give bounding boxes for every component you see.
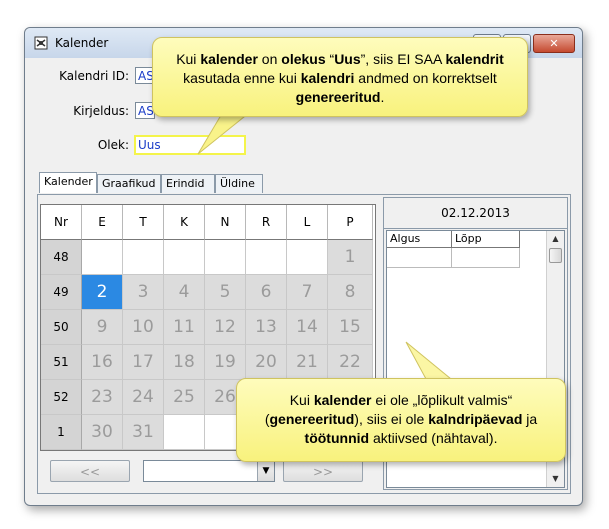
day-cell[interactable]: 23 bbox=[82, 380, 123, 415]
week-number: 49 bbox=[41, 275, 82, 310]
prev-month-button[interactable]: << bbox=[50, 460, 130, 482]
callout-bottom: Kui kalender ei ole „lõplikult valmis“ (… bbox=[236, 378, 566, 462]
tab-exceptions[interactable]: Erindid bbox=[161, 174, 215, 193]
day-cell[interactable] bbox=[123, 240, 164, 275]
week-number: 52 bbox=[41, 380, 82, 415]
day-cell[interactable] bbox=[205, 240, 246, 275]
state-label: Olek: bbox=[97, 138, 129, 152]
day-cell[interactable]: 18 bbox=[164, 345, 205, 380]
week-number: 50 bbox=[41, 310, 82, 345]
day-cell[interactable]: 4 bbox=[164, 275, 205, 310]
day-cell[interactable]: 14 bbox=[287, 310, 328, 345]
day-cell[interactable]: 31 bbox=[123, 415, 164, 450]
day-cell[interactable]: 30 bbox=[82, 415, 123, 450]
day-cell[interactable]: 21 bbox=[287, 345, 328, 380]
day-cell[interactable] bbox=[164, 415, 205, 450]
day-cell[interactable]: 16 bbox=[82, 345, 123, 380]
day-cell[interactable]: 12 bbox=[205, 310, 246, 345]
chevron-down-icon[interactable]: ▼ bbox=[257, 461, 274, 481]
day-cell[interactable]: 1 bbox=[328, 240, 373, 275]
tab-schedules[interactable]: Graafikud bbox=[97, 174, 161, 193]
close-button[interactable]: ✕ bbox=[533, 34, 575, 53]
calendar-app-icon bbox=[34, 36, 48, 50]
close-icon: ✕ bbox=[549, 37, 559, 50]
weekday-header: L bbox=[287, 205, 328, 240]
day-cell[interactable]: 7 bbox=[287, 275, 328, 310]
calendar-id-label: Kalendri ID: bbox=[59, 69, 129, 83]
tab-calendar[interactable]: Kalender bbox=[39, 172, 97, 193]
day-cell[interactable]: 24 bbox=[123, 380, 164, 415]
day-cell[interactable]: 9 bbox=[82, 310, 123, 345]
day-cell[interactable]: 6 bbox=[246, 275, 287, 310]
day-cell[interactable]: 11 bbox=[164, 310, 205, 345]
day-cell[interactable]: 22 bbox=[328, 345, 373, 380]
day-cell[interactable] bbox=[164, 240, 205, 275]
scroll-thumb[interactable] bbox=[549, 248, 562, 263]
day-cell[interactable]: 8 bbox=[328, 275, 373, 310]
week-number: 1 bbox=[41, 415, 82, 450]
weekday-header: E bbox=[82, 205, 123, 240]
weekday-header: R bbox=[246, 205, 287, 240]
week-number: 48 bbox=[41, 240, 82, 275]
day-cell[interactable] bbox=[82, 240, 123, 275]
next-month-button[interactable]: >> bbox=[283, 460, 363, 482]
list-cell bbox=[452, 248, 520, 268]
list-cell bbox=[387, 248, 452, 268]
selected-date: 02.12.2013 bbox=[384, 198, 567, 229]
day-cell[interactable]: 19 bbox=[205, 345, 246, 380]
month-select[interactable]: ▼ bbox=[143, 460, 275, 482]
day-cell[interactable]: 3 bbox=[123, 275, 164, 310]
column-start[interactable]: Algus bbox=[387, 231, 452, 248]
day-cell[interactable]: 20 bbox=[246, 345, 287, 380]
weekday-header: N bbox=[205, 205, 246, 240]
tab-general[interactable]: Üldine bbox=[215, 174, 263, 193]
day-cell[interactable]: 13 bbox=[246, 310, 287, 345]
window-title: Kalender bbox=[55, 36, 109, 50]
day-cell[interactable]: 5 bbox=[205, 275, 246, 310]
week-number: 51 bbox=[41, 345, 82, 380]
scroll-down-icon[interactable]: ▼ bbox=[547, 471, 564, 487]
weekday-header: Nr bbox=[41, 205, 82, 240]
day-cell[interactable]: 2 bbox=[82, 275, 123, 310]
description-label: Kirjeldus: bbox=[73, 104, 129, 118]
weekday-header: K bbox=[164, 205, 205, 240]
day-cell[interactable]: 17 bbox=[123, 345, 164, 380]
day-cell[interactable]: 10 bbox=[123, 310, 164, 345]
day-cell[interactable]: 15 bbox=[328, 310, 373, 345]
day-cell[interactable] bbox=[246, 240, 287, 275]
weekday-header: T bbox=[123, 205, 164, 240]
weekday-header: P bbox=[328, 205, 373, 240]
callout-top: Kui kalender on olekus “Uus”, siis EI SA… bbox=[152, 37, 528, 117]
column-end[interactable]: Lõpp bbox=[452, 231, 520, 248]
day-cell[interactable]: 25 bbox=[164, 380, 205, 415]
day-cell[interactable] bbox=[287, 240, 328, 275]
scroll-up-icon[interactable]: ▲ bbox=[547, 231, 564, 247]
